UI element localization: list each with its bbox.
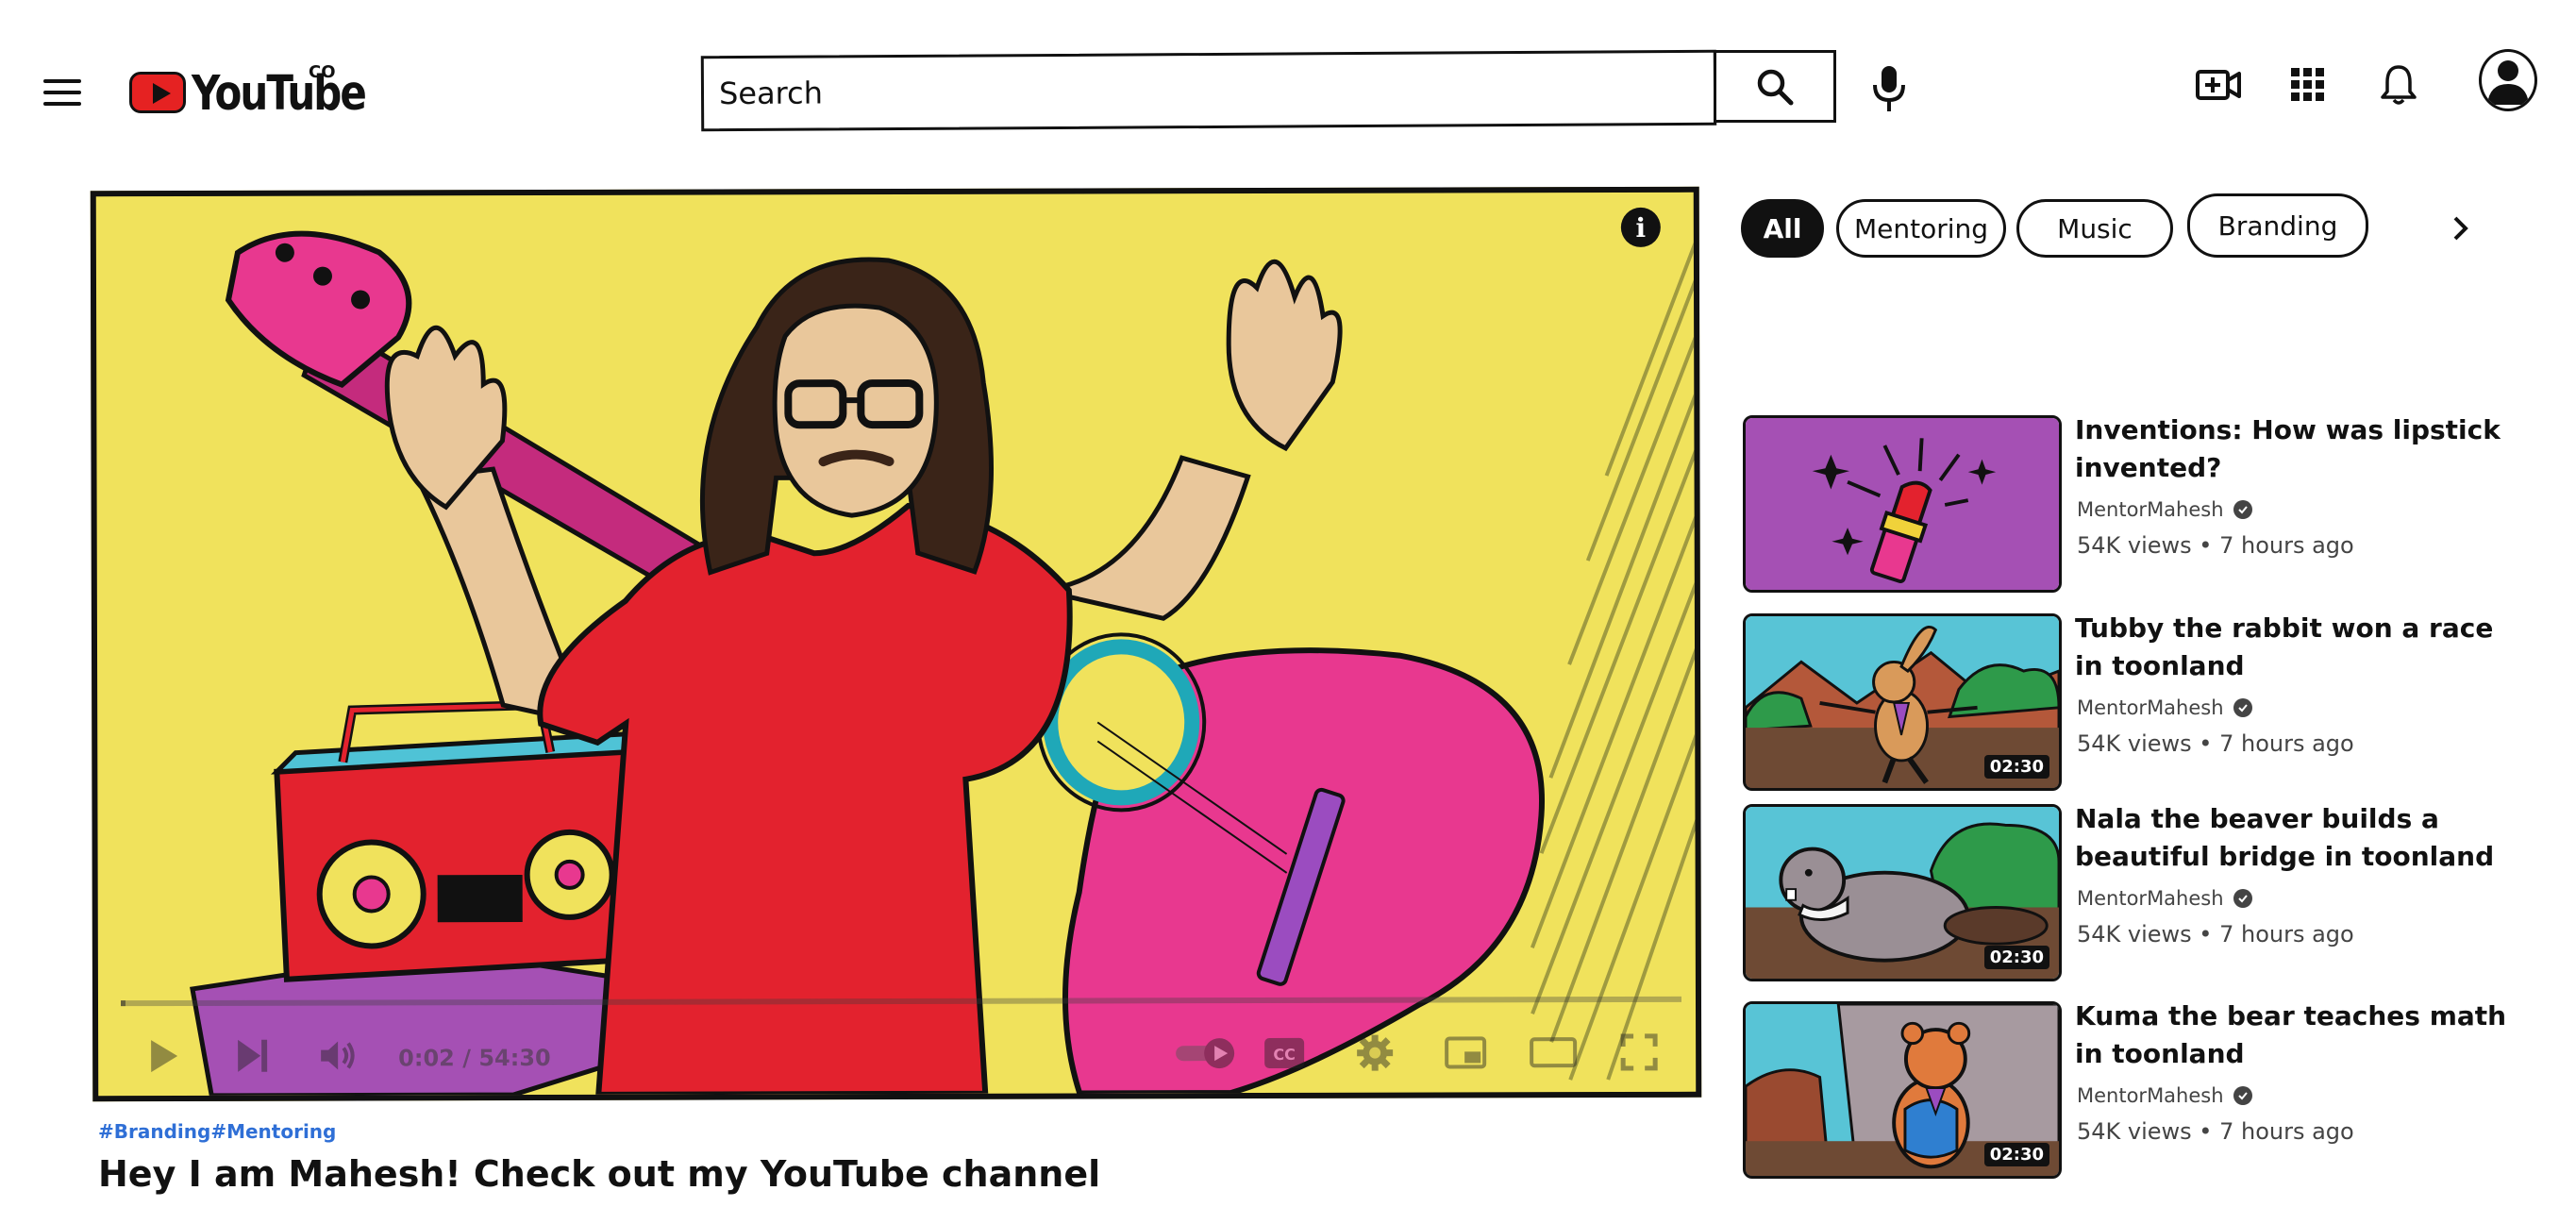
autoplay-toggle-icon (1176, 1038, 1235, 1069)
fullscreen-icon (1620, 1033, 1658, 1071)
video-hashtags: #Branding #Mentoring (98, 1120, 336, 1143)
menu-button[interactable] (43, 77, 81, 108)
recommendation-item[interactable]: 02:30 Nala the beaver builds a beautiful… (1743, 803, 2545, 985)
player-controls: 0:02 / 54:30 CC (98, 1023, 1696, 1083)
video-plus-icon (2196, 70, 2241, 100)
video-meta: 54K views • 7 hours ago (2077, 1118, 2354, 1145)
thumbnail-lipstick (1743, 415, 2062, 593)
verified-badge-icon (2233, 500, 2252, 519)
info-button[interactable]: i (1620, 207, 1661, 247)
channel-name[interactable]: MentorMahesh (2077, 696, 2252, 719)
recommendation-title[interactable]: Nala the beaver builds a beautiful bridg… (2075, 800, 2518, 876)
recommendation-item[interactable]: 02:30 Kuma the bear teaches math in toon… (1743, 998, 2545, 1182)
chip-branding[interactable]: Branding (2187, 193, 2368, 258)
apps-grid-icon (2291, 68, 2324, 101)
video-meta: 54K views • 7 hours ago (2077, 532, 2354, 559)
hashtag-mentoring[interactable]: #Mentoring (210, 1120, 336, 1143)
search-button[interactable] (1714, 50, 1836, 123)
channel-label: MentorMahesh (2077, 696, 2224, 719)
lipstick-thumbnail-art (1746, 418, 2059, 590)
next-button[interactable] (230, 1034, 274, 1078)
verified-badge-icon (2233, 698, 2252, 717)
video-meta: 54K views • 7 hours ago (2077, 921, 2354, 947)
notifications-button[interactable] (2372, 57, 2425, 113)
duration-badge: 02:30 (1983, 946, 2049, 969)
recommendation-title[interactable]: Inventions: How was lipstick invented? (2075, 411, 2518, 487)
channel-label: MentorMahesh (2077, 887, 2224, 910)
search-icon (1757, 69, 1794, 105)
volume-icon (321, 1041, 355, 1070)
video-frame-illustration (190, 229, 1697, 1097)
voice-search-button[interactable] (1868, 62, 1910, 115)
create-button[interactable] (2192, 57, 2245, 113)
chip-all[interactable]: All (1741, 199, 1824, 258)
settings-button[interactable] (1353, 1031, 1397, 1075)
thumbnail-rabbit: 02:30 (1743, 613, 2062, 791)
autoplay-toggle[interactable] (1174, 1031, 1240, 1075)
account-button[interactable] (2479, 49, 2537, 111)
chip-music[interactable]: Music (2016, 199, 2173, 258)
channel-name[interactable]: MentorMahesh (2077, 887, 2252, 910)
progress-fill (120, 1000, 125, 1007)
volume-button[interactable] (317, 1033, 360, 1077)
play-button[interactable] (142, 1034, 185, 1078)
logo-text: YouTube (192, 64, 367, 121)
play-icon (151, 1040, 178, 1073)
channel-name[interactable]: MentorMahesh (2077, 498, 2252, 521)
gear-icon (1357, 1034, 1394, 1071)
verified-badge-icon (2233, 1086, 2252, 1105)
search-bar (700, 49, 1717, 132)
captions-button[interactable]: CC (1263, 1031, 1306, 1075)
thumbnail-bear: 02:30 (1743, 1001, 2062, 1179)
channel-label: MentorMahesh (2077, 1084, 2224, 1107)
theater-mode-icon (1530, 1037, 1578, 1068)
logo-country-code: CO (309, 62, 336, 82)
duration-badge: 02:30 (1983, 1143, 2049, 1166)
chip-mentoring[interactable]: Mentoring (1836, 199, 2006, 258)
account-icon (2487, 60, 2529, 105)
chips-next-button[interactable] (2442, 208, 2480, 249)
fullscreen-button[interactable] (1617, 1031, 1661, 1074)
thumbnail-beaver: 02:30 (1743, 804, 2062, 981)
video-player[interactable]: i 0:02 / 54:30 CC (90, 186, 1702, 1102)
mic-icon (1873, 66, 1905, 111)
recommendation-title[interactable]: Tubby the rabbit won a race in toonland (2075, 610, 2518, 685)
channel-name[interactable]: MentorMahesh (2077, 1084, 2252, 1107)
miniplayer-icon (1445, 1036, 1487, 1069)
time-display: 0:02 / 54:30 (398, 1044, 551, 1072)
apps-button[interactable] (2282, 57, 2334, 113)
video-title: Hey I am Mahesh! Check out my YouTube ch… (98, 1153, 1101, 1195)
hamburger-icon (43, 79, 81, 83)
bell-icon (2381, 65, 2417, 105)
recommendation-item[interactable]: Inventions: How was lipstick invented? M… (1743, 414, 2545, 596)
svg-text:CC: CC (1273, 1046, 1296, 1064)
youtube-logo[interactable]: YouTube CO (129, 62, 367, 121)
recommendation-title[interactable]: Kuma the bear teaches math in toonland (2075, 998, 2518, 1073)
duration-badge: 02:30 (1983, 755, 2049, 779)
chevron-right-icon (2453, 216, 2468, 241)
miniplayer-button[interactable] (1444, 1031, 1487, 1074)
channel-label: MentorMahesh (2077, 498, 2224, 521)
verified-badge-icon (2233, 889, 2252, 908)
video-meta: 54K views • 7 hours ago (2077, 730, 2354, 757)
recommendation-item[interactable]: 02:30 Tubby the rabbit won a race in too… (1743, 610, 2545, 795)
search-input[interactable] (718, 69, 1715, 112)
play-logo-icon (129, 72, 186, 113)
captions-icon: CC (1264, 1037, 1305, 1068)
hashtag-branding[interactable]: #Branding (98, 1120, 210, 1143)
theater-mode-button[interactable] (1527, 1031, 1580, 1074)
skip-next-icon (238, 1039, 268, 1072)
